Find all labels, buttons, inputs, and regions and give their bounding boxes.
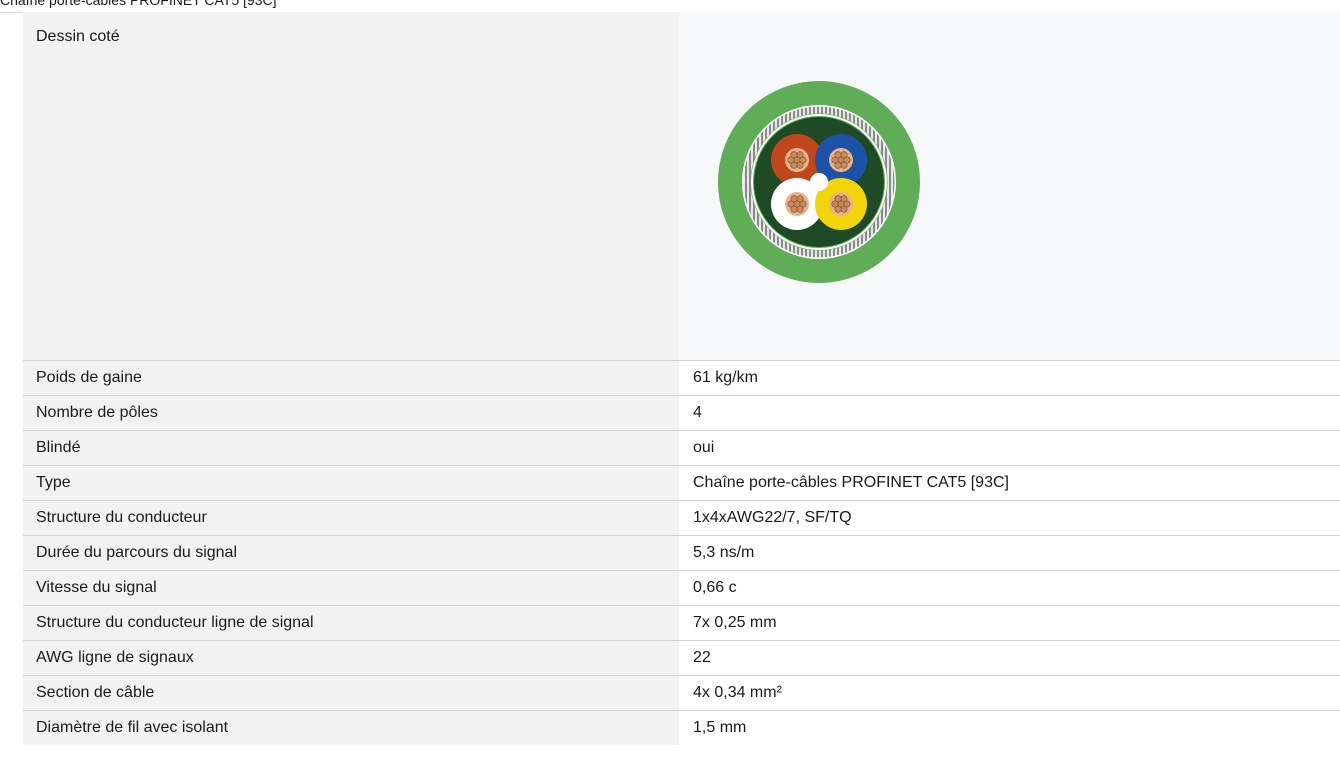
row-label: Section de câble (23, 675, 679, 711)
drawing-cell (679, 12, 1340, 361)
table-row: AWG ligne de signaux 22 (23, 640, 1340, 676)
row-label: Structure du conducteur ligne de signal (23, 605, 679, 641)
row-label: Poids de gaine (23, 360, 679, 396)
row-value: 4x 0,34 mm² (679, 675, 1340, 711)
row-label: Structure du conducteur (23, 500, 679, 536)
table-row: Poids de gaine 61 kg/km (23, 360, 1340, 396)
row-value: 7x 0,25 mm (679, 605, 1340, 641)
row-label: Blindé (23, 430, 679, 466)
row-value: 5,3 ns/m (679, 535, 1340, 571)
specifications-table: Dessin coté Poids de gaine 61 kg/km Nomb… (23, 12, 1340, 745)
cable-cross-section-image (717, 80, 921, 284)
table-row: Nombre de pôles 4 (23, 395, 1340, 431)
row-label: Diamètre de fil avec isolant (23, 710, 679, 745)
row-label: AWG ligne de signaux (23, 640, 679, 676)
row-label: Nombre de pôles (23, 395, 679, 431)
row-value: 61 kg/km (679, 360, 1340, 396)
row-value: 0,66 c (679, 570, 1340, 606)
row-value: 22 (679, 640, 1340, 676)
row-value: 1,5 mm (679, 710, 1340, 745)
row-value: Chaîne porte-câbles PROFINET CAT5 [93C] (679, 465, 1340, 501)
table-row: Vitesse du signal 0,66 c (23, 570, 1340, 606)
cable-cross-section-svg (718, 81, 920, 283)
table-row: Type Chaîne porte-câbles PROFINET CAT5 [… (23, 465, 1340, 501)
row-value: 4 (679, 395, 1340, 431)
header-fragment: Chaîne porte-câbles PROFINET CAT5 [93C] (0, 0, 277, 8)
row-value: oui (679, 430, 1340, 466)
drawing-label: Dessin coté (23, 12, 679, 361)
table-row: Section de câble 4x 0,34 mm² (23, 675, 1340, 711)
drawing-row: Dessin coté (23, 12, 1340, 361)
row-label: Durée du parcours du signal (23, 535, 679, 571)
row-value: 1x4xAWG22/7, SF/TQ (679, 500, 1340, 536)
table-row: Structure du conducteur 1x4xAWG22/7, SF/… (23, 500, 1340, 536)
table-row: Structure du conducteur ligne de signal … (23, 605, 1340, 641)
table-row: Durée du parcours du signal 5,3 ns/m (23, 535, 1340, 571)
center-filler (810, 173, 828, 191)
row-label: Vitesse du signal (23, 570, 679, 606)
table-row: Diamètre de fil avec isolant 1,5 mm (23, 710, 1340, 745)
table-row: Blindé oui (23, 430, 1340, 466)
row-label: Type (23, 465, 679, 501)
